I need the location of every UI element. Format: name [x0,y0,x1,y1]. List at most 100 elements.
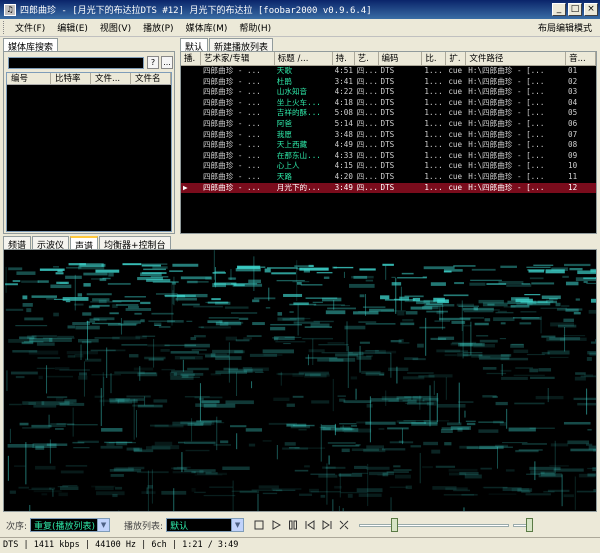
spectrogram-band [437,403,466,408]
playlist-row[interactable]: 四郎曲珍 - ... 在那东山... 4:33 四... DTS 1... cue H:\四郎… [181,151,596,162]
spectrogram-band [535,395,564,400]
playlist-row[interactable]: 四郎曲珍 - ... 杜鹃 3:41 四... DTS 1... cue H:\四郎曲珍 - … [181,77,596,88]
cell-playing [181,130,201,141]
help-button[interactable]: ? [147,56,159,69]
playlist-row[interactable]: 四郎曲珍 - ... 心上人 4:15 四... DTS 1... cue H:\四郎曲珍 -… [181,161,596,172]
tab-default-playlist[interactable]: 默认 [180,38,209,53]
spectrogram-band [91,485,116,488]
tab-library-search[interactable]: 媒体库搜索 [3,38,59,53]
column-header[interactable]: 比特率 [51,73,91,84]
layout-edit-mode-button[interactable]: 布局编辑模式 [530,21,600,34]
playlist-row[interactable]: 四郎曲珍 - ... 阿爸 5:14 四... DTS 1... cue H:\四郎曲珍 - … [181,119,596,130]
spectrogram-band [311,400,330,404]
playlist-view[interactable]: 播. 艺术家/专辑 标题 /... 持. 艺. 编码 比. 扩. 文件路径 音.… [180,51,597,234]
order-select[interactable]: 重复(播放列表) ▼ [30,518,111,532]
playlist-row[interactable]: 四郎曲珍 - ... 吉祥的酥... 5:08 四... DTS 1... cue H:\四郎… [181,108,596,119]
menu-edit[interactable]: 编辑(E) [51,21,94,34]
chevron-down-icon[interactable]: ▼ [231,519,244,531]
cell-title: 心上人 [276,161,300,171]
spectrogram-band [358,321,377,323]
cell-bitrate: 1... [424,87,443,97]
spectrogram-band [54,298,70,300]
order-label: 次序: [6,521,28,532]
library-search-input[interactable] [8,57,144,69]
column-header[interactable]: 标题 /... [275,52,333,65]
column-header[interactable]: 扩. [446,52,467,65]
play-icon[interactable] [269,518,283,532]
tab-spectrum[interactable]: 频谱 [3,236,32,251]
spectrogram-band [79,263,104,267]
spectrogram-band [107,282,131,285]
playlist-select[interactable]: 默认 ▼ [166,518,245,532]
spectrogram-band [271,488,302,490]
previous-icon[interactable] [303,518,317,532]
column-header[interactable]: 文件路径 [466,52,567,65]
volume-thumb[interactable] [525,518,533,532]
column-header[interactable]: 持. [333,52,355,65]
playlist-row[interactable]: ▶ 四郎曲珍 - ... 月光下的... 3:49 四... DTS 1... cue H:\四… [181,182,596,194]
column-header[interactable]: 艺术家/专辑 [201,52,275,65]
column-header[interactable]: 比. [422,52,447,65]
cell-playing [181,172,201,183]
cell-ext: cue [448,76,463,86]
spectrogram-band [145,446,171,450]
playlist-row[interactable]: 四郎曲珍 - ... 天歌 4:51 四... DTS 1... cue H:\四郎曲珍 - … [181,66,596,77]
spectrogram-band [506,284,532,287]
playlist-row[interactable]: 四郎曲珍 - ... 天上西藏 4:49 四... DTS 1... cue H:\四郎曲珍 … [181,140,596,151]
tab-oscilloscope[interactable]: 示波仪 [32,236,70,251]
tab-new-playlist[interactable]: 新建播放列表 [209,38,274,53]
column-header[interactable]: 编码 [379,52,423,65]
tab-equalizer-console[interactable]: 均衡器+控制台 [99,236,171,251]
playlist-row[interactable]: 四郎曲珍 - ... 天路 4:20 四... DTS 1... cue H:\四郎曲珍 - … [181,172,596,183]
spectrogram-band [587,350,596,355]
spectrogram-band [37,280,49,283]
playlist-row[interactable]: 四郎曲珍 - ... 坐上火车... 4:18 四... DTS 1... cue H:\四郎… [181,98,596,109]
column-header[interactable]: 音... [566,52,596,65]
seek-thumb[interactable] [390,518,398,532]
cell-codec: DTS [380,66,395,75]
minimize-button[interactable]: _ [552,3,566,16]
spectrogram-band [313,304,345,306]
menu-library[interactable]: 媒体库(M) [180,21,234,34]
spectrogram-band [458,305,479,307]
column-header[interactable]: 文件... [91,73,131,84]
spectrogram-band [574,376,586,381]
tab-spectrogram[interactable]: 声谱 [70,236,99,252]
seek-slider[interactable] [359,518,510,532]
spectrogram-band [302,337,334,340]
more-button[interactable]: ... [161,56,173,69]
spectrogram-band [235,268,261,272]
close-button[interactable]: × [584,3,598,16]
spectrogram-band [208,317,239,319]
menu-help[interactable]: 帮助(H) [233,21,277,34]
spectrogram-band [563,335,586,337]
spectrogram-band [402,376,425,380]
menu-view[interactable]: 视图(V) [94,21,137,34]
spectrogram-band [310,491,341,493]
menu-playback[interactable]: 播放(P) [137,21,179,34]
column-header[interactable]: 编号 [7,73,51,84]
spectrogram-band [583,281,588,283]
spectrogram-band [587,429,592,431]
maximize-button[interactable]: □ [568,3,582,16]
menu-file[interactable]: 文件(F) [9,21,51,34]
spectrogram-band [586,282,596,285]
chevron-down-icon[interactable]: ▼ [97,519,110,531]
column-header[interactable]: 艺. [355,52,379,65]
stop-icon[interactable] [252,518,266,532]
playlist-row[interactable]: 四郎曲珍 - ... 我愿 3:48 四... DTS 1... cue H:\四郎曲珍 - … [181,130,596,141]
column-header[interactable]: 播. [181,52,201,65]
playlist-row[interactable]: 四郎曲珍 - ... 山水知音 4:22 四... DTS 1... cue H:\四郎曲珍 … [181,87,596,98]
volume-slider[interactable] [513,518,534,532]
pause-icon[interactable] [286,518,300,532]
random-icon[interactable] [337,518,351,532]
cell-artist: 四郎曲珍 - ... [202,66,261,75]
spectrogram-band [225,306,249,309]
library-results-table[interactable]: 编号 比特率 文件... 文件名 [6,72,172,232]
spectrogram-band [289,303,317,306]
cell-length: 5:08 [334,108,353,118]
column-header[interactable]: 文件名 [131,73,171,84]
next-icon[interactable] [320,518,334,532]
cell-art: 四... [356,171,378,181]
cell-art: 四... [356,76,378,86]
